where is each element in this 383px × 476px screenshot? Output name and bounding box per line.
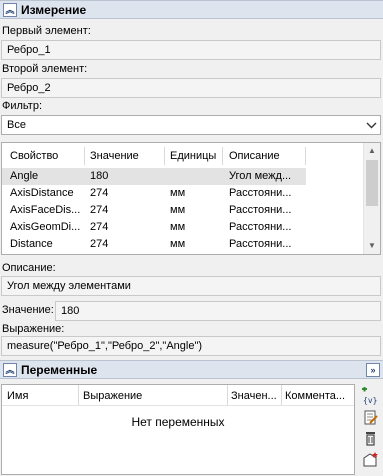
description-label: Описание: (2, 262, 56, 274)
table-row[interactable]: Distance 274 мм Расстояни... (2, 236, 306, 253)
row-value: 274 (90, 187, 109, 199)
row-units: мм (170, 238, 186, 250)
delete-variable-icon (366, 432, 375, 446)
row-units: мм (170, 221, 186, 233)
column-header-value[interactable]: Значен... (231, 390, 279, 402)
filter-label: Фильтр: (2, 100, 43, 112)
expand-icon[interactable]: » (366, 363, 380, 377)
column-divider[interactable] (227, 385, 228, 405)
edit-variable-button[interactable] (360, 407, 379, 426)
row-units: мм (170, 204, 186, 216)
column-divider[interactable] (84, 147, 85, 165)
row-description: Расстояни... (229, 187, 292, 199)
row-value: 274 (90, 221, 109, 233)
collapse-icon[interactable]: ︽ (3, 363, 17, 377)
properties-table[interactable]: Свойство Значение Единицы Описание Angle… (1, 142, 381, 255)
chevron-down-icon[interactable] (364, 117, 379, 133)
collapse-icon[interactable]: ︽ (3, 3, 17, 17)
description-field: Угол между элементами (1, 276, 381, 296)
row-description: Расстояни... (229, 238, 292, 250)
empty-state-text: Нет переменных (131, 415, 225, 429)
value-field[interactable]: 180 (55, 301, 381, 321)
table-row[interactable]: AxisFaceDis... 274 мм Расстояни... (2, 202, 306, 219)
value-row: Значение: 180 (0, 300, 383, 322)
row-property: AxisFaceDis... (10, 204, 81, 216)
expression-field[interactable]: measure("Ребро_1","Ребро_2","Angle") (1, 336, 381, 356)
row-description: Угол межд... (229, 170, 292, 182)
row-description: Расстояни... (229, 204, 292, 216)
header-divider (2, 405, 354, 406)
first-element-label: Первый элемент: (2, 25, 91, 37)
properties-table-header: Свойство Значение Единицы Описание (2, 143, 364, 169)
scroll-up-icon[interactable]: ▲ (364, 144, 380, 158)
measure-panel-title: Измерение (21, 3, 87, 17)
table-row[interactable]: AxisDistance 274 мм Расстояни... (2, 185, 306, 202)
row-value: 274 (90, 238, 109, 250)
measure-panel-header: ︽ Измерение (0, 0, 383, 19)
add-from-measure-button[interactable] (360, 449, 379, 468)
variables-panel-title: Переменные (21, 363, 98, 377)
variables-panel-header: ︽ Переменные » (0, 360, 383, 379)
row-property: Angle (10, 170, 39, 182)
filter-select-value: Все (7, 119, 26, 131)
scrollbar-thumb[interactable] (366, 160, 378, 206)
add-from-measure-icon (363, 452, 378, 467)
column-divider[interactable] (164, 147, 165, 165)
row-units: мм (170, 187, 186, 199)
add-variable-button[interactable]: {v} (360, 386, 379, 405)
column-header-name[interactable]: Имя (7, 390, 77, 402)
value-label: Значение: (2, 304, 54, 316)
scroll-down-icon[interactable]: ▼ (364, 239, 380, 253)
row-property: AxisGeomDi... (10, 221, 81, 233)
row-value: 274 (90, 204, 109, 216)
variables-table[interactable]: Имя Выражение Значен... Коммента... Нет … (1, 384, 355, 475)
column-divider[interactable] (78, 385, 79, 405)
column-divider[interactable] (222, 147, 223, 165)
add-variable-icon: {v} (362, 387, 377, 405)
column-header-units[interactable]: Единицы (170, 150, 216, 162)
column-header-value[interactable]: Значение (90, 150, 139, 162)
column-header-property[interactable]: Свойство (10, 150, 58, 162)
second-element-field[interactable]: Ребро_2 (1, 78, 381, 98)
expression-label: Выражение: (2, 323, 65, 335)
add-variable-label: {v} (363, 396, 377, 405)
row-property: Distance (10, 238, 53, 250)
column-header-expression[interactable]: Выражение (83, 390, 225, 402)
column-divider[interactable] (281, 385, 282, 405)
column-divider[interactable] (305, 147, 306, 165)
filter-select[interactable]: Все (1, 115, 381, 135)
edit-variable-icon (364, 410, 378, 425)
row-value: 180 (90, 170, 109, 182)
column-header-comment[interactable]: Коммента... (285, 390, 353, 402)
delete-variable-button[interactable] (360, 428, 379, 447)
first-element-field[interactable]: Ребро_1 (1, 40, 381, 60)
row-description: Расстояни... (229, 221, 292, 233)
row-property: AxisDistance (10, 187, 74, 199)
second-element-label: Второй элемент: (2, 63, 88, 75)
table-row[interactable]: Angle 180 Угол межд... (2, 168, 306, 185)
column-header-description[interactable]: Описание (229, 150, 280, 162)
table-row[interactable]: AxisGeomDi... 274 мм Расстояни... (2, 219, 306, 236)
vertical-scrollbar[interactable]: ▲ ▼ (363, 143, 380, 254)
